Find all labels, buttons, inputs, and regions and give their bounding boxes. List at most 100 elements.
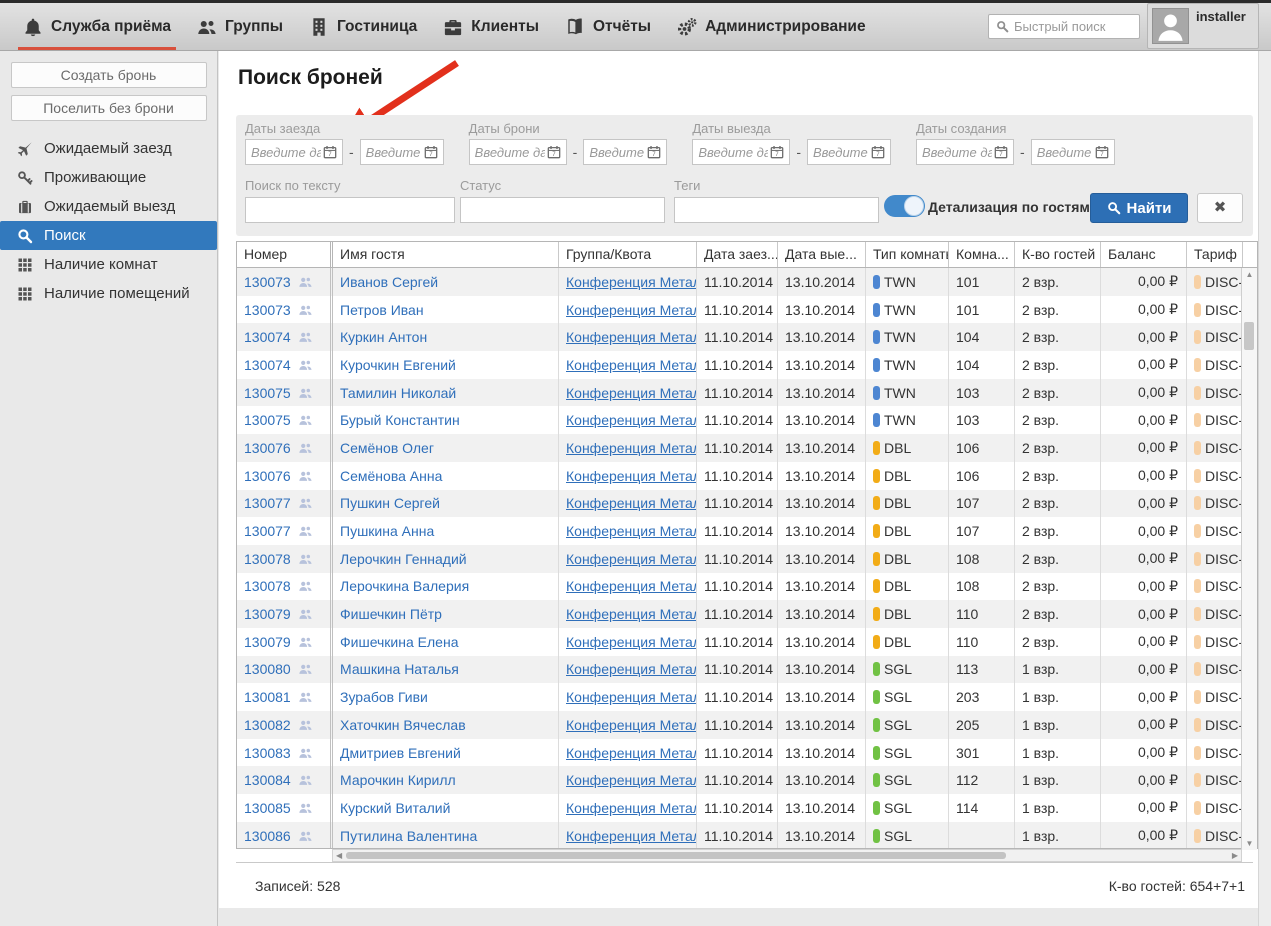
table-row[interactable]: 130077Пушкин СергейКонференция Металлу11… xyxy=(237,490,1257,518)
reservation-number-link[interactable]: 130077 xyxy=(244,523,291,539)
cell-guest-name[interactable]: Семёнова Анна xyxy=(333,462,559,490)
reservation-number-link[interactable]: 130076 xyxy=(244,440,291,456)
scroll-left-arrow-icon[interactable]: ◀ xyxy=(336,850,342,861)
column-header-5[interactable]: Дата вые... xyxy=(778,242,866,267)
cell-number[interactable]: 130075 xyxy=(237,406,333,434)
clear-button[interactable]: ✖ xyxy=(1197,193,1243,223)
nav-item-6[interactable]: Администрирование xyxy=(664,3,879,50)
group-link[interactable]: Конференция Металлу xyxy=(566,468,697,484)
text-filter-input-2[interactable] xyxy=(460,197,665,223)
cell-number[interactable]: 130079 xyxy=(237,628,333,656)
column-header-9[interactable]: Баланс xyxy=(1101,242,1187,267)
reservation-number-link[interactable]: 130082 xyxy=(244,717,291,733)
date-to-input[interactable]: 7 xyxy=(807,139,891,165)
table-row[interactable]: 130074Куркин АнтонКонференция Металлу11.… xyxy=(237,323,1257,351)
table-row[interactable]: 130076Семёнова АннаКонференция Металлу11… xyxy=(237,462,1257,490)
reservation-number-link[interactable]: 130074 xyxy=(244,329,291,345)
reservation-number-link[interactable]: 130079 xyxy=(244,634,291,650)
nav-item-2[interactable]: Группы xyxy=(184,3,296,50)
group-link[interactable]: Конференция Металлу xyxy=(566,578,697,594)
calendar-icon[interactable]: 7 xyxy=(424,145,438,159)
cell-number[interactable]: 130077 xyxy=(237,517,333,545)
group-link[interactable]: Конференция Металлу xyxy=(566,385,697,401)
date-from-field[interactable] xyxy=(251,145,321,160)
cell-number[interactable]: 130073 xyxy=(237,268,333,296)
text-filter-input-1[interactable] xyxy=(245,197,455,223)
reservation-number-link[interactable]: 130081 xyxy=(244,689,291,705)
date-from-input[interactable]: 7 xyxy=(469,139,567,165)
table-row[interactable]: 130073Иванов СергейКонференция Металлу11… xyxy=(237,268,1257,296)
cell-guest-name[interactable]: Зурабов Гиви xyxy=(333,683,559,711)
group-link[interactable]: Конференция Металлу xyxy=(566,274,697,290)
date-from-input[interactable]: 7 xyxy=(916,139,1014,165)
date-from-field[interactable] xyxy=(698,145,768,160)
cell-guest-name[interactable]: Пушкин Сергей xyxy=(333,490,559,518)
text-filter-input-3[interactable] xyxy=(674,197,879,223)
cell-number[interactable]: 130077 xyxy=(237,490,333,518)
column-header-6[interactable]: Тип комнаты xyxy=(866,242,949,267)
group-link[interactable]: Конференция Металлу xyxy=(566,606,697,622)
group-link[interactable]: Конференция Металлу xyxy=(566,495,697,511)
cell-guest-name[interactable]: Курский Виталий xyxy=(333,794,559,822)
cell-guest-name[interactable]: Фишечкин Пётр xyxy=(333,600,559,628)
date-to-field[interactable] xyxy=(589,145,645,160)
date-from-field[interactable] xyxy=(922,145,992,160)
vertical-scrollbar[interactable]: ▲ ▼ xyxy=(1241,268,1257,850)
guest-detail-toggle[interactable] xyxy=(884,195,925,217)
group-link[interactable]: Конференция Металлу xyxy=(566,302,697,318)
column-header-3[interactable]: Группа/Квота xyxy=(559,242,697,267)
table-row[interactable]: 130082Хаточкин ВячеславКонференция Метал… xyxy=(237,711,1257,739)
group-link[interactable]: Конференция Металлу xyxy=(566,523,697,539)
cell-guest-name[interactable]: Семёнов Олег xyxy=(333,434,559,462)
table-row[interactable]: 130075Тамилин НиколайКонференция Металлу… xyxy=(237,379,1257,407)
quick-search-input[interactable] xyxy=(1014,19,1132,34)
calendar-icon[interactable]: 7 xyxy=(1095,145,1109,159)
cell-number[interactable]: 130085 xyxy=(237,794,333,822)
column-header-2[interactable]: Имя гостя xyxy=(333,242,559,267)
table-row[interactable]: 130076Семёнов ОлегКонференция Металлу11.… xyxy=(237,434,1257,462)
column-header-8[interactable]: К-во гостей xyxy=(1015,242,1101,267)
cell-number[interactable]: 130074 xyxy=(237,323,333,351)
scroll-up-arrow-icon[interactable]: ▲ xyxy=(1242,270,1257,279)
group-link[interactable]: Конференция Металлу xyxy=(566,551,697,567)
table-row[interactable]: 130084Марочкин КириллКонференция Металлу… xyxy=(237,766,1257,794)
quick-search[interactable] xyxy=(988,14,1140,39)
sidebar-button-2[interactable]: Поселить без брони xyxy=(11,95,207,121)
sidebar-item-2[interactable]: Проживающие xyxy=(0,163,217,192)
reservation-number-link[interactable]: 130074 xyxy=(244,357,291,373)
cell-guest-name[interactable]: Путилина Валентина xyxy=(333,822,559,848)
date-to-field[interactable] xyxy=(366,145,422,160)
reservation-number-link[interactable]: 130078 xyxy=(244,578,291,594)
reservation-number-link[interactable]: 130076 xyxy=(244,468,291,484)
cell-number[interactable]: 130073 xyxy=(237,296,333,324)
group-link[interactable]: Конференция Металлу xyxy=(566,828,697,844)
table-row[interactable]: 130074Курочкин ЕвгенийКонференция Металл… xyxy=(237,351,1257,379)
table-row[interactable]: 130086 Путилина Валентина Конференция Мета… xyxy=(237,822,1257,848)
cell-guest-name[interactable]: Марочкин Кирилл xyxy=(333,766,559,794)
cell-guest-name[interactable]: Лерочкина Валерия xyxy=(333,573,559,601)
user-menu[interactable]: installer xyxy=(1147,3,1259,49)
column-header-10[interactable]: Тариф xyxy=(1187,242,1243,267)
table-row[interactable]: 130081Зурабов ГивиКонференция Металлу11.… xyxy=(237,683,1257,711)
table-row[interactable]: 130078 Лерочкина Валерия Конференция Метал… xyxy=(237,573,1257,601)
reservation-number-link[interactable]: 130086 xyxy=(244,828,291,844)
cell-number[interactable]: 130078 xyxy=(237,545,333,573)
cell-number[interactable]: 130083 xyxy=(237,739,333,767)
page-scrollbar[interactable] xyxy=(1258,51,1271,926)
find-button[interactable]: Найти xyxy=(1090,193,1188,223)
calendar-icon[interactable]: 7 xyxy=(323,145,337,159)
group-link[interactable]: Конференция Металлу xyxy=(566,440,697,456)
date-to-field[interactable] xyxy=(813,145,869,160)
cell-number[interactable]: 130076 xyxy=(237,434,333,462)
date-from-field[interactable] xyxy=(475,145,545,160)
cell-guest-name[interactable]: Бурый Константин xyxy=(333,406,559,434)
sidebar-item-4[interactable]: Поиск xyxy=(0,221,217,250)
cell-guest-name[interactable]: Фишечкина Елена xyxy=(333,628,559,656)
nav-item-3[interactable]: Гостиница xyxy=(296,3,430,50)
calendar-icon[interactable]: 7 xyxy=(994,145,1008,159)
cell-number[interactable]: 130076 xyxy=(237,462,333,490)
group-link[interactable]: Конференция Металлу xyxy=(566,412,697,428)
cell-guest-name[interactable]: Хаточкин Вячеслав xyxy=(333,711,559,739)
cell-number[interactable]: 130086 xyxy=(237,822,333,848)
group-link[interactable]: Конференция Металлу xyxy=(566,745,697,761)
